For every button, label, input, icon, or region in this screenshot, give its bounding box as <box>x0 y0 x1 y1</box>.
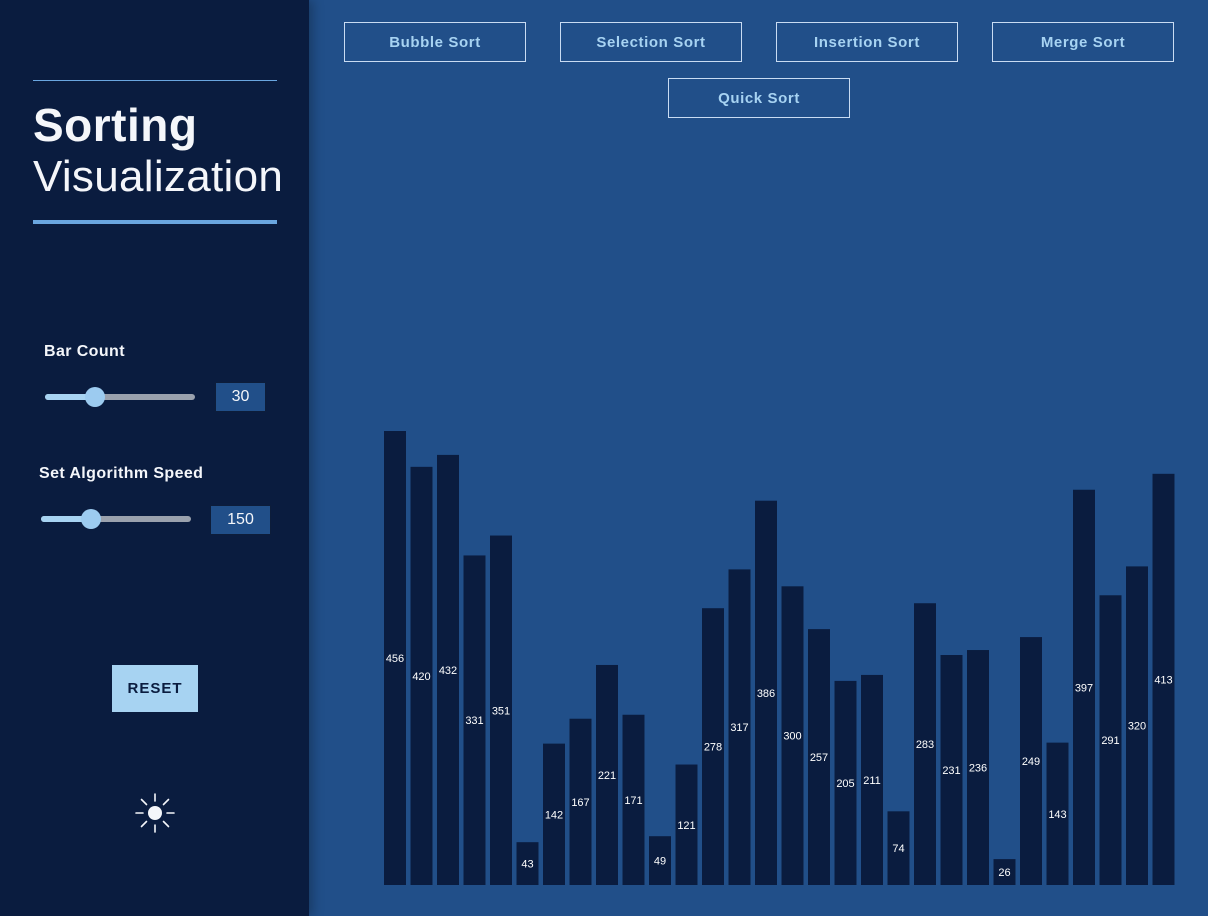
bar-value-label-15: 300 <box>783 731 801 743</box>
sorting-bar-chart: 456 420 432 331 351 43 142 167 221 171 49 121 278 317… <box>384 431 1175 885</box>
bar-value-label-10: 49 <box>654 856 666 868</box>
bar-value-label-16: 257 <box>810 752 828 764</box>
bar-value-label-13: 317 <box>730 722 748 734</box>
bar-value-label-3: 331 <box>465 715 483 727</box>
bar-value-label-18: 211 <box>863 775 881 787</box>
bar-value-label-20: 283 <box>916 739 934 751</box>
bar-value-label-1: 420 <box>412 671 430 683</box>
bar-value-label-9: 171 <box>624 795 642 807</box>
bar-value-label-6: 142 <box>545 809 563 821</box>
bar-value-label-8: 221 <box>598 770 616 782</box>
bar-value-label-28: 320 <box>1128 721 1146 733</box>
bar-value-label-26: 397 <box>1075 682 1093 694</box>
bar-value-label-11: 121 <box>677 820 695 832</box>
bar-value-label-23: 26 <box>998 867 1010 879</box>
bar-value-label-27: 291 <box>1101 735 1119 747</box>
bar-value-label-24: 249 <box>1022 756 1040 768</box>
bar-value-label-12: 278 <box>704 742 722 754</box>
bar-value-label-19: 74 <box>892 843 904 855</box>
bar-value-label-25: 143 <box>1048 809 1066 821</box>
bar-value-label-14: 386 <box>757 688 775 700</box>
bar-value-label-5: 43 <box>521 859 533 871</box>
bar-value-label-29: 413 <box>1154 674 1172 686</box>
bar-value-label-2: 432 <box>439 665 457 677</box>
bar-value-label-4: 351 <box>492 705 510 717</box>
bar-value-label-22: 236 <box>969 763 987 775</box>
bar-value-label-7: 167 <box>571 797 589 809</box>
bar-value-label-0: 456 <box>386 653 404 665</box>
bar-value-label-21: 231 <box>942 765 960 777</box>
bar-value-label-17: 205 <box>836 778 854 790</box>
